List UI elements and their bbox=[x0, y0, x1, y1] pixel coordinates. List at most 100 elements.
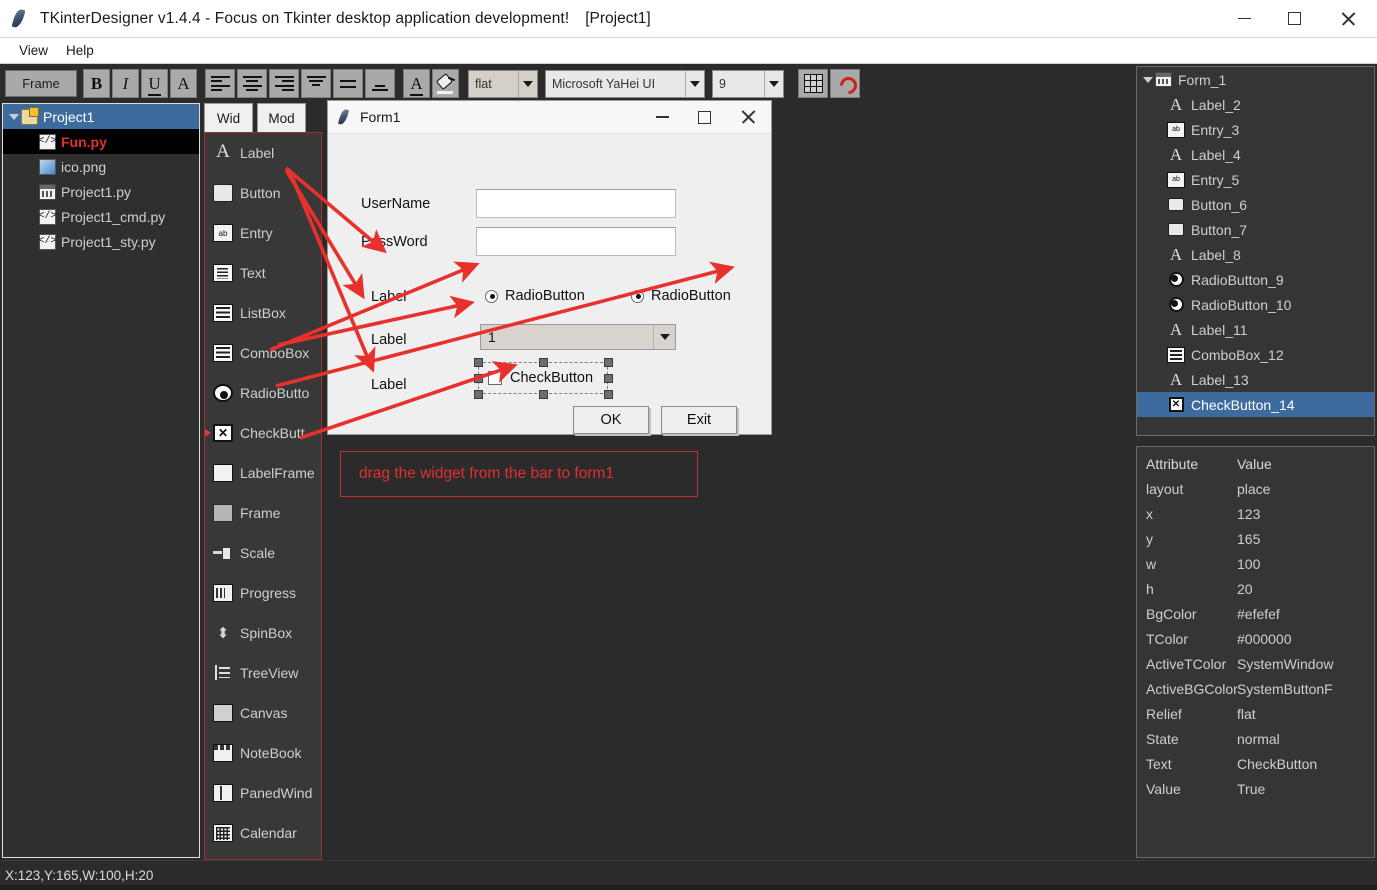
grid-button[interactable] bbox=[798, 69, 828, 98]
expand-chevron-down-icon[interactable] bbox=[1141, 76, 1155, 83]
attribute-row-x[interactable]: x 123 bbox=[1137, 501, 1374, 526]
selection-handle[interactable] bbox=[539, 390, 548, 399]
widget-item-radiobutton[interactable]: RadioButto bbox=[205, 373, 321, 413]
align-middle-button[interactable] bbox=[333, 69, 363, 98]
frame-selector-button[interactable]: Frame bbox=[5, 70, 77, 97]
project-file-project1-cmd-py[interactable]: </> Project1_cmd.py bbox=[3, 204, 199, 229]
attribute-value[interactable]: SystemButtonF bbox=[1237, 681, 1374, 697]
radio-button-2[interactable]: RadioButton bbox=[631, 288, 731, 304]
widget-item-text[interactable]: Text bbox=[205, 253, 321, 293]
attribute-value[interactable]: 100 bbox=[1237, 556, 1374, 572]
tab-wid[interactable]: Wid bbox=[204, 103, 253, 133]
attribute-value[interactable]: 20 bbox=[1237, 581, 1374, 597]
object-node-label-13[interactable]: A Label_13 bbox=[1137, 367, 1374, 392]
selection-handle[interactable] bbox=[474, 374, 483, 383]
form1-maximize-button[interactable] bbox=[683, 101, 725, 134]
radio-button-1[interactable]: RadioButton bbox=[485, 288, 585, 304]
object-tree-root[interactable]: Form_1 bbox=[1137, 67, 1374, 92]
check-button-14[interactable]: CheckButton bbox=[488, 370, 593, 386]
project-file-ico-png[interactable]: ico.png bbox=[3, 154, 199, 179]
attribute-value[interactable]: #000000 bbox=[1237, 631, 1374, 647]
widget-item-notebook[interactable]: NoteBook bbox=[205, 733, 321, 773]
object-node-label-8[interactable]: A Label_8 bbox=[1137, 242, 1374, 267]
attribute-row-activebgcolor[interactable]: ActiveBGColor SystemButtonF bbox=[1137, 676, 1374, 701]
ok-button[interactable]: OK bbox=[573, 406, 649, 434]
widget-bar-panel[interactable]: A Label Button ab Entry Text ListBox Com… bbox=[204, 132, 322, 860]
selection-handle[interactable] bbox=[474, 358, 483, 367]
relief-select[interactable]: flat bbox=[468, 69, 538, 98]
widget-item-combobox[interactable]: ComboBox bbox=[205, 333, 321, 373]
italic-button[interactable]: I bbox=[112, 69, 139, 98]
exit-button[interactable]: Exit bbox=[661, 406, 737, 434]
project-tree-root[interactable]: Project1 bbox=[3, 104, 199, 129]
align-right-button[interactable] bbox=[269, 69, 299, 98]
username-input[interactable] bbox=[476, 189, 676, 218]
selection-handle[interactable] bbox=[604, 374, 613, 383]
attribute-value[interactable]: True bbox=[1237, 781, 1374, 797]
align-bottom-button[interactable] bbox=[365, 69, 395, 98]
attribute-value[interactable]: 123 bbox=[1237, 506, 1374, 522]
menu-item-help[interactable]: Help bbox=[57, 41, 103, 60]
attribute-panel[interactable]: Attribute Value layout place x 123 y 165… bbox=[1136, 446, 1375, 858]
attribute-row-h[interactable]: h 20 bbox=[1137, 576, 1374, 601]
object-node-radiobutton-9[interactable]: RadioButton_9 bbox=[1137, 267, 1374, 292]
fill-color-button[interactable] bbox=[432, 69, 459, 98]
attribute-value[interactable]: CheckButton bbox=[1237, 756, 1374, 772]
widget-item-button[interactable]: Button bbox=[205, 173, 321, 213]
font-family-select[interactable]: Microsoft YaHei UI bbox=[545, 69, 705, 98]
font-size-select[interactable]: 9 bbox=[712, 69, 784, 98]
align-top-button[interactable] bbox=[301, 69, 331, 98]
widget-item-entry[interactable]: ab Entry bbox=[205, 213, 321, 253]
object-node-label-2[interactable]: A Label_2 bbox=[1137, 92, 1374, 117]
attribute-row-w[interactable]: w 100 bbox=[1137, 551, 1374, 576]
combobox-12[interactable]: 1 bbox=[480, 324, 676, 350]
attribute-row-tcolor[interactable]: TColor #000000 bbox=[1137, 626, 1374, 651]
object-node-checkbutton-14[interactable]: ✕ CheckButton_14 bbox=[1137, 392, 1374, 417]
form1-close-button[interactable] bbox=[725, 101, 771, 134]
underline-button[interactable]: U bbox=[141, 69, 168, 98]
widget-item-label[interactable]: A Label bbox=[205, 133, 321, 173]
widget-item-calendar[interactable]: Calendar bbox=[205, 813, 321, 853]
project-tree-panel[interactable]: Project1 </> Fun.py ico.png Project1.py … bbox=[2, 103, 200, 858]
object-node-button-6[interactable]: Button_6 bbox=[1137, 192, 1374, 217]
attribute-value[interactable]: flat bbox=[1237, 706, 1374, 722]
combobox-chevron-down-icon[interactable] bbox=[653, 325, 675, 349]
horizontal-scrollbar[interactable] bbox=[0, 885, 1377, 890]
object-node-combobox-12[interactable]: ComboBox_12 bbox=[1137, 342, 1374, 367]
widget-item-frame[interactable]: Frame bbox=[205, 493, 321, 533]
attribute-row-value[interactable]: Value True bbox=[1137, 776, 1374, 801]
object-node-entry-3[interactable]: ab Entry_3 bbox=[1137, 117, 1374, 142]
project-file-fun-py[interactable]: </> Fun.py bbox=[3, 129, 199, 154]
attribute-value[interactable]: SystemWindow bbox=[1237, 656, 1374, 672]
attribute-value[interactable]: place bbox=[1237, 481, 1374, 497]
attribute-row-state[interactable]: State normal bbox=[1137, 726, 1374, 751]
menu-item-view[interactable]: View bbox=[10, 41, 57, 60]
attribute-row-layout[interactable]: layout place bbox=[1137, 476, 1374, 501]
bold-button[interactable]: B bbox=[83, 69, 110, 98]
attribute-row-relief[interactable]: Relief flat bbox=[1137, 701, 1374, 726]
widget-item-progress[interactable]: Progress bbox=[205, 573, 321, 613]
widget-item-treeview[interactable]: TreeView bbox=[205, 653, 321, 693]
maximize-button[interactable] bbox=[1269, 0, 1319, 38]
attribute-value[interactable]: 165 bbox=[1237, 531, 1374, 547]
widget-item-scale[interactable]: Scale bbox=[205, 533, 321, 573]
widget-item-panedwindow[interactable]: PanedWind bbox=[205, 773, 321, 813]
selection-handle[interactable] bbox=[474, 390, 483, 399]
magnet-button[interactable] bbox=[830, 69, 860, 98]
attribute-value[interactable]: normal bbox=[1237, 731, 1374, 747]
selection-handle[interactable] bbox=[604, 358, 613, 367]
relief-chevron-down-icon[interactable] bbox=[518, 70, 537, 97]
attribute-row-activetcolor[interactable]: ActiveTColor SystemWindow bbox=[1137, 651, 1374, 676]
object-tree-panel[interactable]: Form_1 A Label_2 ab Entry_3 A Label_4 ab… bbox=[1136, 66, 1375, 436]
widget-item-spinbox[interactable]: ⬍ SpinBox bbox=[205, 613, 321, 653]
widget-item-listbox[interactable]: ListBox bbox=[205, 293, 321, 333]
form1-minimize-button[interactable] bbox=[641, 101, 683, 134]
widget-item-canvas[interactable]: Canvas bbox=[205, 693, 321, 733]
align-left-button[interactable] bbox=[205, 69, 235, 98]
object-node-button-7[interactable]: Button_7 bbox=[1137, 217, 1374, 242]
close-button[interactable] bbox=[1319, 0, 1377, 38]
object-node-radiobutton-10[interactable]: RadioButton_10 bbox=[1137, 292, 1374, 317]
attribute-row-text[interactable]: Text CheckButton bbox=[1137, 751, 1374, 776]
object-node-label-11[interactable]: A Label_11 bbox=[1137, 317, 1374, 342]
attribute-value[interactable]: #efefef bbox=[1237, 606, 1374, 622]
